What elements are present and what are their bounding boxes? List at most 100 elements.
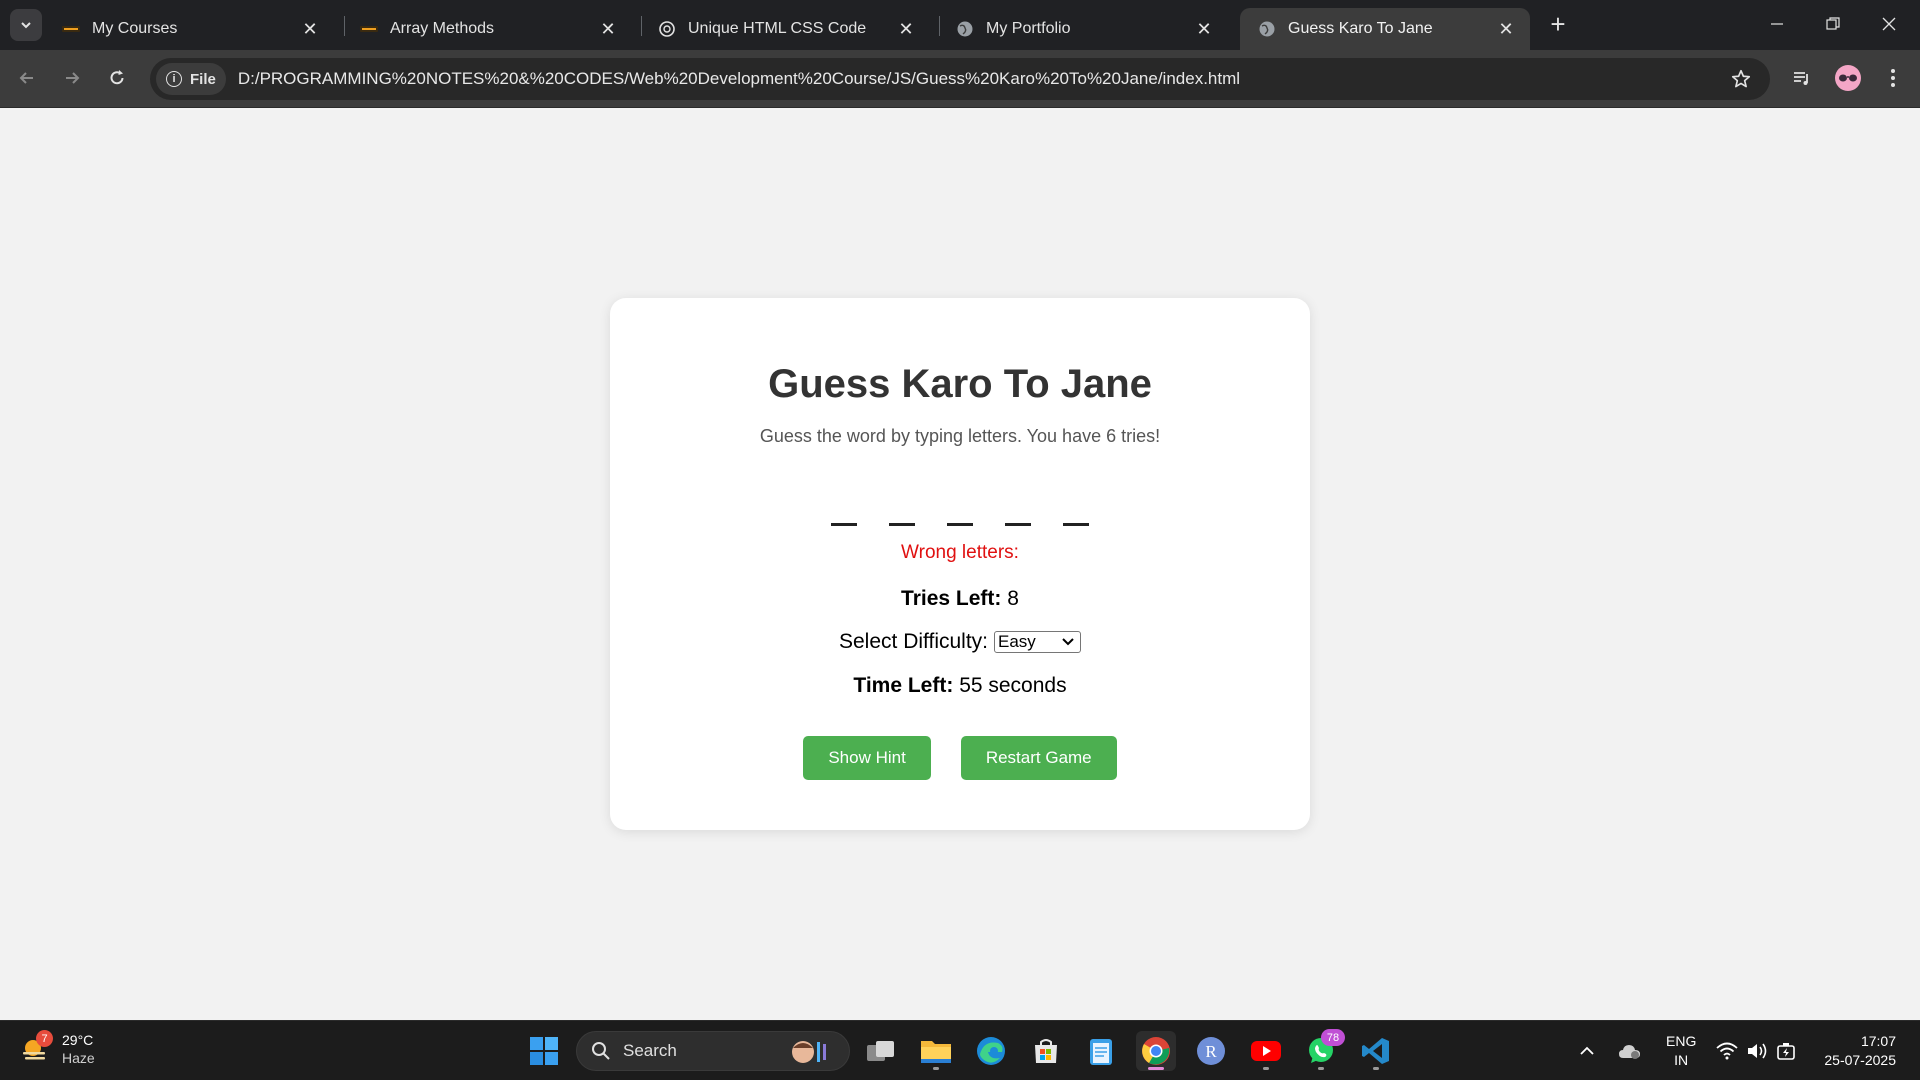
svg-text:R: R	[1205, 1042, 1217, 1061]
vscode-button[interactable]	[1356, 1031, 1396, 1071]
weather-widget[interactable]: 7 29°C Haze	[20, 1030, 95, 1067]
browser-menu-button[interactable]	[1876, 61, 1910, 95]
show-hint-button[interactable]: Show Hint	[803, 736, 931, 780]
windows-logo-icon	[530, 1037, 558, 1065]
reload-button[interactable]	[100, 61, 134, 95]
action-buttons: Show Hint Restart Game	[610, 736, 1310, 780]
onedrive-button[interactable]	[1615, 1031, 1645, 1071]
weather-badge: 7	[36, 1030, 53, 1047]
battery-button[interactable]	[1772, 1031, 1802, 1071]
close-icon[interactable]: ✕	[298, 17, 322, 41]
search-placeholder: Search	[623, 1041, 677, 1060]
media-control-button[interactable]	[1785, 61, 1819, 95]
more-vertical-icon	[1891, 69, 1895, 87]
chevron-down-icon	[1062, 638, 1074, 646]
task-view-button[interactable]	[861, 1031, 901, 1071]
speaker-icon	[1748, 1043, 1767, 1059]
forward-button[interactable]	[55, 61, 89, 95]
bookmark-star-icon[interactable]	[1730, 68, 1752, 95]
site-info-chip[interactable]: i File	[156, 63, 226, 95]
scheme-label: File	[190, 70, 216, 88]
tab-guess-karo-to-jane[interactable]: Guess Karo To Jane ✕	[1240, 8, 1530, 50]
whatsapp-button[interactable]: 78	[1301, 1029, 1345, 1071]
address-bar[interactable]: i File D:/PROGRAMMING%20NOTES%20&%20CODE…	[150, 58, 1770, 100]
close-window-button[interactable]	[1866, 6, 1912, 42]
tab-title: My Courses	[92, 20, 178, 37]
tab-title: Unique HTML CSS Code	[688, 20, 867, 37]
wifi-button[interactable]	[1712, 1031, 1742, 1071]
globe-icon	[956, 20, 974, 38]
start-button[interactable]	[524, 1031, 564, 1071]
close-icon[interactable]: ✕	[1494, 17, 1518, 41]
restore-icon	[1826, 17, 1840, 30]
difficulty-select[interactable]: Easy	[994, 631, 1081, 653]
running-indicator	[933, 1067, 939, 1070]
time-left-label: Time Left:	[853, 674, 954, 697]
letter-slot	[947, 486, 973, 526]
openai-favicon-icon	[658, 20, 676, 38]
cloud-icon	[1619, 1045, 1640, 1059]
minimize-button[interactable]	[1754, 6, 1800, 42]
close-icon[interactable]: ✕	[1192, 17, 1216, 41]
new-tab-button[interactable]: +	[1544, 9, 1572, 39]
tab-title: My Portfolio	[986, 20, 1071, 37]
clock[interactable]: 17:07 25-07-2025	[1824, 1032, 1896, 1070]
tab-title: Guess Karo To Jane	[1288, 20, 1433, 37]
r-app-button[interactable]: R	[1191, 1031, 1231, 1071]
chrome-button[interactable]	[1136, 1031, 1176, 1071]
difficulty-label: Select Difficulty:	[839, 630, 988, 653]
tab-my-portfolio[interactable]: My Portfolio ✕	[938, 8, 1228, 50]
active-indicator	[1148, 1067, 1164, 1070]
arrow-left-icon	[19, 72, 33, 84]
wifi-icon	[1716, 1042, 1738, 1060]
battery-charging-icon	[1777, 1043, 1795, 1060]
notepad-button[interactable]	[1081, 1031, 1121, 1071]
letter-slot	[831, 486, 857, 526]
game-instructions: Guess the word by typing letters. You ha…	[759, 426, 1161, 446]
running-indicator	[1373, 1067, 1379, 1070]
url-text[interactable]: D:/PROGRAMMING%20NOTES%20&%20CODES/Web%2…	[238, 69, 1240, 89]
close-icon[interactable]: ✕	[894, 17, 918, 41]
microsoft-store-button[interactable]	[1026, 1031, 1066, 1071]
running-indicator	[1263, 1067, 1269, 1070]
running-indicator	[1318, 1067, 1324, 1070]
chrome-icon	[1142, 1037, 1170, 1065]
show-hidden-icons-button[interactable]	[1572, 1031, 1602, 1071]
browser-toolbar: i File D:/PROGRAMMING%20NOTES%20&%20CODE…	[0, 50, 1920, 108]
volume-button[interactable]	[1742, 1031, 1772, 1071]
tab-my-courses[interactable]: My Courses ✕	[44, 8, 334, 50]
clock-time: 17:07	[1860, 1033, 1896, 1049]
youtube-button[interactable]	[1246, 1031, 1286, 1071]
language-indicator[interactable]: ENG IN	[1666, 1032, 1696, 1070]
restart-game-button[interactable]: Restart Game	[960, 736, 1117, 780]
time-left: Time Left: 55 seconds	[610, 674, 1310, 698]
search-highlight-icon	[792, 1041, 826, 1063]
taskbar-search[interactable]: Search	[576, 1031, 850, 1071]
close-icon[interactable]: ✕	[596, 17, 620, 41]
region-code: IN	[1674, 1052, 1689, 1068]
r-letter-icon: R	[1197, 1037, 1225, 1065]
globe-icon	[1258, 20, 1276, 38]
weather-haze-icon: 7	[20, 1030, 53, 1064]
letter-slot	[889, 486, 915, 526]
reload-icon	[110, 70, 124, 85]
edge-browser-icon	[977, 1037, 1005, 1065]
chevron-up-icon	[1580, 1046, 1594, 1055]
word-display	[610, 486, 1310, 526]
restore-button[interactable]	[1810, 6, 1856, 42]
profile-button[interactable]	[1831, 61, 1865, 95]
sunglasses-icon	[1839, 74, 1857, 82]
letter-slot	[1005, 486, 1031, 526]
notepad-icon	[1090, 1039, 1112, 1065]
edge-button[interactable]	[971, 1031, 1011, 1071]
tab-search-button[interactable]	[10, 9, 42, 41]
tab-strip: My Courses ✕ Array Methods ✕ Unique HTML…	[0, 0, 1920, 50]
language-code: ENG	[1666, 1033, 1697, 1049]
course-favicon-icon	[360, 20, 378, 38]
back-button[interactable]	[10, 61, 44, 95]
file-explorer-button[interactable]	[916, 1031, 956, 1071]
task-view-icon	[867, 1041, 894, 1061]
tab-unique-html-css-code[interactable]: Unique HTML CSS Code ✕	[640, 8, 930, 50]
time-left-value: 55 seconds	[959, 674, 1067, 697]
tab-array-methods[interactable]: Array Methods ✕	[342, 8, 632, 50]
